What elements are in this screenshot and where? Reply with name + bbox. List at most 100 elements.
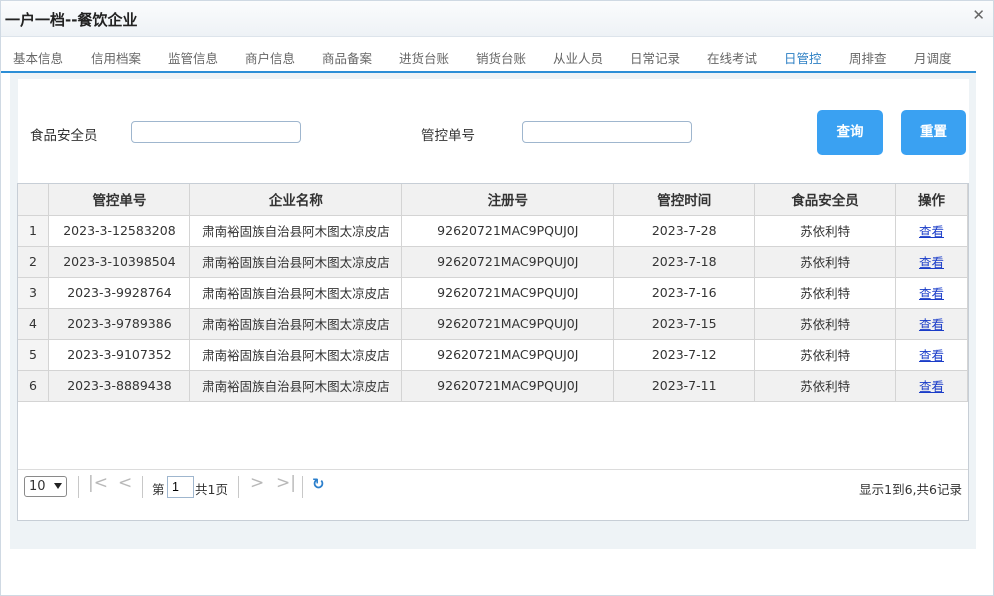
view-link[interactable]: 查看 — [919, 317, 944, 332]
pager-divider — [302, 476, 303, 498]
tab-supervision-info[interactable]: 监管信息 — [168, 48, 218, 67]
col-registration-no[interactable]: 注册号 — [401, 184, 615, 216]
cell-control-date: 2023-7-16 — [613, 277, 756, 309]
cell-registration-no: 92620721MAC9PQUJ0J — [401, 370, 615, 402]
row-number: 6 — [18, 370, 50, 402]
cell-enterprise-name: 肃南裕固族自治县阿木图太凉皮店 — [189, 277, 403, 309]
window-title: 一户一档--餐饮企业 — [5, 11, 138, 29]
cell-enterprise-name: 肃南裕固族自治县阿木图太凉皮店 — [189, 339, 403, 371]
tab-employees[interactable]: 从业人员 — [553, 48, 603, 67]
record-info: 显示1到6,共6记录 — [859, 482, 962, 497]
pagination-bar: 10 |< < 第 共1页 > >| ↻ 显示1到6,共6记录 — [18, 469, 968, 520]
control-no-label: 管控单号 — [421, 128, 475, 144]
table-row[interactable]: 6 2023-3-8889438 肃南裕固族自治县阿木图太凉皮店 9262072… — [18, 370, 968, 402]
row-number: 3 — [18, 277, 50, 309]
tab-online-exam[interactable]: 在线考试 — [707, 48, 757, 67]
safety-officer-input[interactable] — [131, 121, 301, 143]
view-link[interactable]: 查看 — [919, 286, 944, 301]
view-link[interactable]: 查看 — [919, 255, 944, 270]
cell-registration-no: 92620721MAC9PQUJ0J — [401, 339, 615, 371]
control-table: 管控单号 企业名称 注册号 管控时间 食品安全员 操作 1 2023-3-125… — [18, 184, 968, 402]
tab-merchant-info[interactable]: 商户信息 — [245, 48, 295, 67]
cell-control-no: 2023-3-8889438 — [48, 370, 191, 402]
tab-basic-info[interactable]: 基本信息 — [13, 48, 63, 67]
close-icon[interactable]: ✕ — [972, 6, 985, 24]
view-link[interactable]: 查看 — [919, 348, 944, 363]
table-row[interactable]: 3 2023-3-9928764 肃南裕固族自治县阿木图太凉皮店 9262072… — [18, 277, 968, 309]
table-row[interactable]: 5 2023-3-9107352 肃南裕固族自治县阿木图太凉皮店 9262072… — [18, 339, 968, 371]
chevron-down-icon — [54, 483, 62, 489]
tab-bar: 基本信息 信用档案 监管信息 商户信息 商品备案 进货台账 销货台账 从业人员 … — [1, 45, 976, 75]
table-row[interactable]: 2 2023-3-10398504 肃南裕固族自治县阿木图太凉皮店 926207… — [18, 246, 968, 278]
row-number: 2 — [18, 246, 50, 278]
cell-control-no: 2023-3-12583208 — [48, 215, 191, 247]
query-button[interactable]: 查询 — [817, 110, 883, 155]
row-number-header — [18, 184, 50, 216]
col-control-no[interactable]: 管控单号 — [48, 184, 191, 216]
cell-operation: 查看 — [895, 277, 968, 309]
col-enterprise-name[interactable]: 企业名称 — [189, 184, 403, 216]
view-link[interactable]: 查看 — [919, 224, 944, 239]
title-bar: 一户一档--餐饮企业 ✕ — [1, 1, 993, 37]
cell-safety-officer: 苏依利特 — [754, 246, 896, 278]
tab-sales-ledger[interactable]: 销货台账 — [476, 48, 526, 67]
cell-control-no: 2023-3-9928764 — [48, 277, 191, 309]
data-grid: 管控单号 企业名称 注册号 管控时间 食品安全员 操作 1 2023-3-125… — [17, 183, 969, 521]
row-number: 4 — [18, 308, 50, 340]
cell-control-no: 2023-3-9789386 — [48, 308, 191, 340]
tab-weekly-check[interactable]: 周排查 — [849, 48, 887, 67]
cell-control-date: 2023-7-15 — [613, 308, 756, 340]
control-no-input[interactable] — [522, 121, 692, 143]
tab-product-filing[interactable]: 商品备案 — [322, 48, 372, 67]
col-control-date[interactable]: 管控时间 — [613, 184, 756, 216]
pager-divider — [78, 476, 79, 498]
cell-safety-officer: 苏依利特 — [754, 370, 896, 402]
cell-registration-no: 92620721MAC9PQUJ0J — [401, 308, 615, 340]
tab-purchase-ledger[interactable]: 进货台账 — [399, 48, 449, 67]
page-total: 共1页 — [195, 482, 228, 497]
page-prefix: 第 — [152, 482, 165, 497]
dialog-window: 一户一档--餐饮企业 ✕ 基本信息 信用档案 监管信息 商户信息 商品备案 进货… — [0, 0, 994, 596]
page-size-select[interactable]: 10 — [24, 476, 67, 497]
cell-registration-no: 92620721MAC9PQUJ0J — [401, 246, 615, 278]
col-safety-officer[interactable]: 食品安全员 — [754, 184, 896, 216]
cell-control-no: 2023-3-9107352 — [48, 339, 191, 371]
cell-control-date: 2023-7-18 — [613, 246, 756, 278]
last-page-icon[interactable]: >| — [276, 473, 296, 493]
cell-control-no: 2023-3-10398504 — [48, 246, 191, 278]
refresh-icon[interactable]: ↻ — [312, 475, 325, 493]
cell-operation: 查看 — [895, 246, 968, 278]
cell-enterprise-name: 肃南裕固族自治县阿木图太凉皮店 — [189, 370, 403, 402]
col-operation: 操作 — [895, 184, 968, 216]
cell-operation: 查看 — [895, 370, 968, 402]
cell-safety-officer: 苏依利特 — [754, 215, 896, 247]
cell-registration-no: 92620721MAC9PQUJ0J — [401, 215, 615, 247]
cell-enterprise-name: 肃南裕固族自治县阿木图太凉皮店 — [189, 308, 403, 340]
tab-monthly-dispatch[interactable]: 月调度 — [914, 48, 952, 67]
reset-button[interactable]: 重置 — [901, 110, 966, 155]
tab-daily-records[interactable]: 日常记录 — [630, 48, 680, 67]
row-number: 5 — [18, 339, 50, 371]
cell-enterprise-name: 肃南裕固族自治县阿木图太凉皮店 — [189, 215, 403, 247]
row-number: 1 — [18, 215, 50, 247]
tab-daily-control[interactable]: 日管控 — [782, 48, 824, 75]
page-size-value: 10 — [29, 479, 46, 494]
next-page-icon[interactable]: > — [250, 473, 264, 493]
table-row[interactable]: 1 2023-3-12583208 肃南裕固族自治县阿木图太凉皮店 926207… — [18, 215, 968, 247]
cell-safety-officer: 苏依利特 — [754, 308, 896, 340]
cell-operation: 查看 — [895, 308, 968, 340]
safety-officer-label: 食品安全员 — [30, 128, 98, 144]
prev-page-icon[interactable]: < — [118, 473, 132, 493]
first-page-icon[interactable]: |< — [88, 473, 108, 493]
cell-safety-officer: 苏依利特 — [754, 277, 896, 309]
tab-credit-file[interactable]: 信用档案 — [91, 48, 141, 67]
cell-control-date: 2023-7-28 — [613, 215, 756, 247]
cell-operation: 查看 — [895, 215, 968, 247]
table-row[interactable]: 4 2023-3-9789386 肃南裕固族自治县阿木图太凉皮店 9262072… — [18, 308, 968, 340]
view-link[interactable]: 查看 — [919, 379, 944, 394]
table-header-row: 管控单号 企业名称 注册号 管控时间 食品安全员 操作 — [18, 184, 968, 216]
pager-divider — [142, 476, 143, 498]
page-number-input[interactable] — [167, 476, 194, 498]
cell-operation: 查看 — [895, 339, 968, 371]
cell-control-date: 2023-7-12 — [613, 339, 756, 371]
